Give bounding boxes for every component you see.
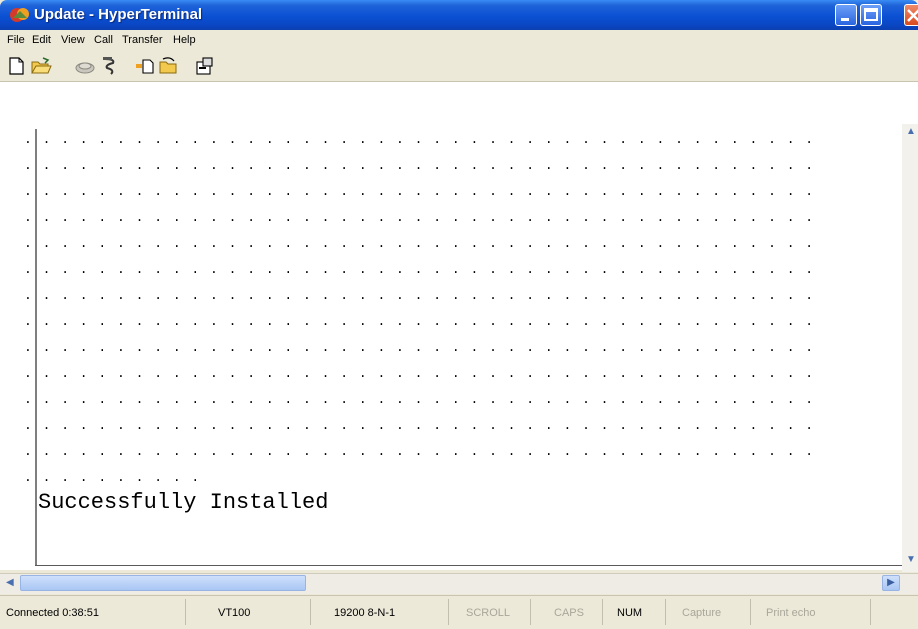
properties-icon[interactable]: [194, 56, 216, 76]
scroll-right-icon[interactable]: ▶: [882, 575, 900, 591]
status-separator: [602, 599, 603, 625]
close-button[interactable]: [904, 4, 918, 26]
vertical-scrollbar[interactable]: [902, 124, 918, 572]
maximize-icon: [864, 8, 878, 21]
terminal-short-dot-line: . . . . . . . . . .: [24, 470, 201, 485]
scroll-down-icon[interactable]: ▼: [904, 554, 918, 570]
close-icon: [907, 9, 918, 22]
status-settings: 19200 8-N-1: [334, 607, 396, 619]
new-icon[interactable]: [6, 56, 28, 76]
toolbar: [0, 51, 918, 82]
terminal-dot-line: . . . . . . . . . . . . . . . . . . . . …: [24, 158, 815, 173]
status-separator: [870, 599, 871, 625]
menu-call[interactable]: Call: [94, 34, 113, 46]
status-emulation: VT100: [218, 607, 251, 619]
terminal-dot-line: . . . . . . . . . . . . . . . . . . . . …: [24, 210, 815, 225]
receive-icon[interactable]: [158, 56, 180, 76]
minimize-icon: [841, 18, 849, 21]
terminal-dot-line: . . . . . . . . . . . . . . . . . . . . …: [24, 262, 815, 277]
menu-edit[interactable]: Edit: [32, 34, 51, 46]
status-separator: [448, 599, 449, 625]
status-separator: [750, 599, 751, 625]
status-bar: Connected 0:38:51 VT100 19200 8-N-1 SCRO…: [0, 595, 918, 629]
status-caps: CAPS: [554, 607, 584, 619]
status-capture: Capture: [682, 607, 722, 619]
minimize-button[interactable]: [835, 4, 857, 26]
maximize-button[interactable]: [860, 4, 882, 26]
terminal-dot-line: . . . . . . . . . . . . . . . . . . . . …: [24, 392, 815, 407]
status-separator: [665, 599, 666, 625]
menu-help[interactable]: Help: [173, 34, 196, 46]
menu-view[interactable]: View: [61, 34, 85, 46]
send-icon[interactable]: [134, 56, 156, 76]
status-connected: Connected 0:38:51: [6, 607, 99, 619]
terminal-dot-line: . . . . . . . . . . . . . . . . . . . . …: [24, 184, 815, 199]
hyperterminal-icon: [10, 8, 29, 22]
terminal-dot-line: . . . . . . . . . . . . . . . . . . . . …: [24, 132, 815, 147]
terminal-dot-line: . . . . . . . . . . . . . . . . . . . . …: [24, 340, 815, 355]
status-separator: [185, 599, 186, 625]
status-scroll: SCROLL: [466, 607, 511, 619]
open-icon[interactable]: [30, 56, 52, 76]
menu-file[interactable]: File: [7, 34, 25, 46]
title-bar: Update - HyperTerminal: [0, 0, 918, 30]
status-separator: [310, 599, 311, 625]
menu-transfer[interactable]: Transfer: [122, 34, 163, 46]
scroll-left-icon[interactable]: ◀: [6, 577, 20, 591]
status-separator: [530, 599, 531, 625]
terminal-dot-line: . . . . . . . . . . . . . . . . . . . . …: [24, 444, 815, 459]
menu-bar: File Edit View Call Transfer Help: [0, 30, 918, 51]
window-title: Update - HyperTerminal: [34, 6, 203, 23]
terminal-dot-line: . . . . . . . . . . . . . . . . . . . . …: [24, 366, 815, 381]
terminal-dot-line: . . . . . . . . . . . . . . . . . . . . …: [24, 418, 815, 433]
horizontal-scroll-thumb[interactable]: [20, 575, 306, 591]
terminal-dot-line: . . . . . . . . . . . . . . . . . . . . …: [24, 288, 815, 303]
status-print-echo: Print echo: [766, 607, 816, 619]
terminal-dot-line: . . . . . . . . . . . . . . . . . . . . …: [24, 314, 815, 329]
status-num: NUM: [617, 607, 643, 619]
terminal-bottom-border: [35, 565, 907, 566]
connect-icon[interactable]: [99, 56, 121, 76]
disconnect-icon[interactable]: [74, 56, 96, 76]
success-message: Successfully Installed: [38, 490, 329, 515]
terminal-dot-line: . . . . . . . . . . . . . . . . . . . . …: [24, 236, 815, 251]
scroll-up-icon[interactable]: ▲: [904, 126, 918, 142]
